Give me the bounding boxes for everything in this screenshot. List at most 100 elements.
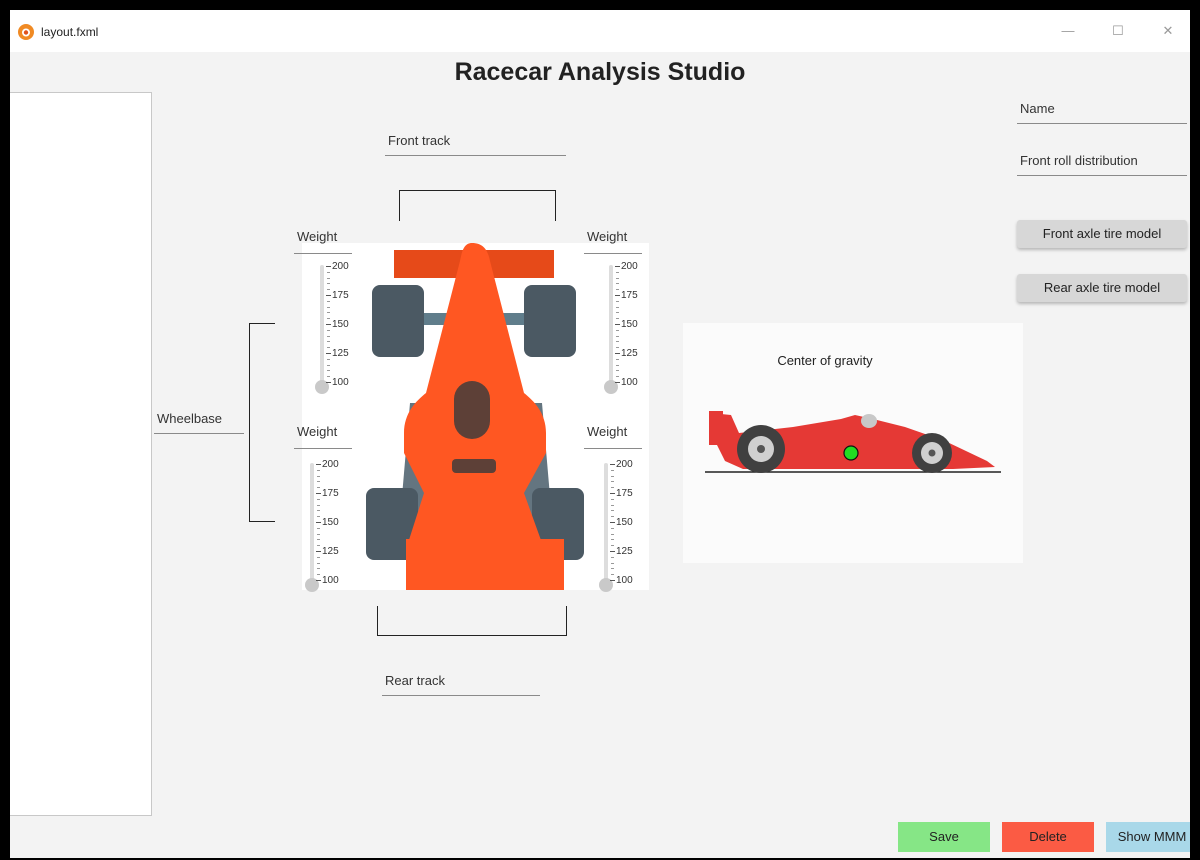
slider-tick-mark [317, 527, 320, 529]
tick-label: 175 [621, 290, 638, 301]
slider-tick-mark [611, 574, 614, 576]
app-window: layout.fxml — ☐ ✕ Racecar Analysis Studi… [10, 10, 1190, 858]
slider-tick-mark [326, 353, 331, 354]
slider-tick-mark [616, 335, 619, 337]
slider-tick-mark [317, 556, 320, 558]
slider-track [609, 265, 613, 389]
tick-label: 100 [616, 575, 633, 586]
slider-tick-mark [327, 376, 330, 378]
slider-tick-mark [317, 510, 320, 512]
slider-tick-mark [327, 277, 330, 279]
nose-slot [452, 459, 496, 473]
wheelbase-label: Wheelbase [157, 411, 223, 426]
slider-tick-mark [615, 382, 620, 383]
weight-field-rear-right[interactable]: Weight [584, 419, 642, 449]
slider-tick-mark [610, 580, 615, 581]
slider-tick-mark [616, 300, 619, 302]
tick-label: 125 [616, 546, 633, 557]
slider-tick-mark [610, 493, 615, 494]
front-roll-distribution-label: Front roll distribution [1020, 153, 1138, 168]
wheelbase-bracket [249, 323, 275, 522]
save-button[interactable]: Save [898, 822, 990, 852]
slider-tick-mark [611, 504, 614, 506]
slider-tick-mark [327, 370, 330, 372]
name-field[interactable]: Name [1017, 96, 1187, 124]
slider-tick-mark [317, 487, 320, 489]
slider-tick-mark [317, 562, 320, 564]
weight-field-front-left[interactable]: Weight [294, 224, 352, 254]
slider-tick-mark [327, 300, 330, 302]
close-button[interactable]: ✕ [1150, 18, 1186, 44]
weight-slider-rear-right[interactable]: 200 175 150 125 100 [597, 458, 647, 592]
minimize-button[interactable]: — [1050, 18, 1086, 44]
weight-slider-front-left[interactable]: 200 175 150 125 100 [313, 260, 363, 394]
slider-tick-mark [327, 312, 330, 314]
tick-label: 100 [621, 377, 638, 388]
slider-tick-mark [611, 481, 614, 483]
wheelbase-field[interactable]: Wheelbase [154, 406, 244, 434]
delete-button[interactable]: Delete [1002, 822, 1094, 852]
tick-label: 200 [332, 261, 349, 272]
slider-tick-mark [616, 289, 619, 291]
tick-label: 125 [332, 348, 349, 359]
weight-field-front-right[interactable]: Weight [584, 224, 642, 254]
slider-tick-mark [611, 510, 614, 512]
slider-tick-mark [317, 469, 320, 471]
slider-tick-mark [317, 539, 320, 541]
tick-label: 150 [332, 319, 349, 330]
weight-label: Weight [297, 229, 338, 244]
slider-tick-mark [616, 358, 619, 360]
slider-tick-mark [327, 347, 330, 349]
tick-label: 125 [621, 348, 638, 359]
tick-label: 150 [616, 517, 633, 528]
slider-tick-mark [317, 568, 320, 570]
rear-axle-tire-model-button[interactable]: Rear axle tire model [1017, 274, 1187, 302]
tick-label: 200 [322, 459, 339, 470]
tick-label: 175 [322, 488, 339, 499]
tick-label: 175 [332, 290, 349, 301]
tick-label: 100 [332, 377, 349, 388]
slider-tick-mark [611, 487, 614, 489]
front-roll-distribution-field[interactable]: Front roll distribution [1017, 148, 1187, 176]
slider-tick-mark [616, 341, 619, 343]
title-bar: layout.fxml — ☐ ✕ [10, 10, 1190, 52]
slider-tick-mark [616, 312, 619, 314]
slider-tick-mark [611, 556, 614, 558]
front-left-tire [372, 285, 424, 357]
slider-tick-mark [327, 306, 330, 308]
slider-tick-mark [326, 382, 331, 383]
front-track-field[interactable]: Front track [385, 128, 566, 156]
slider-tick-mark [611, 533, 614, 535]
window-title: layout.fxml [41, 25, 99, 39]
weight-label: Weight [587, 424, 628, 439]
front-wheel-hub [928, 449, 936, 457]
slider-tick-mark [327, 358, 330, 360]
name-label: Name [1020, 101, 1055, 116]
cog-marker [843, 445, 859, 461]
car-list-panel[interactable] [10, 92, 152, 816]
slider-tick-mark [317, 475, 320, 477]
slider-tick-mark [327, 318, 330, 320]
slider-tick-mark [327, 341, 330, 343]
slider-tick-mark [610, 522, 615, 523]
front-axle-tire-model-button[interactable]: Front axle tire model [1017, 220, 1187, 248]
center-of-gravity-panel: Center of gravity [683, 323, 1023, 563]
slider-tick-mark [316, 580, 321, 581]
rear-track-field[interactable]: Rear track [382, 668, 540, 696]
maximize-button[interactable]: ☐ [1100, 18, 1136, 44]
weight-field-rear-left[interactable]: Weight [294, 419, 352, 449]
slider-tick-mark [317, 498, 320, 500]
slider-tick-mark [610, 464, 615, 465]
rear-track-label: Rear track [385, 673, 445, 688]
slider-track [310, 463, 314, 587]
show-mmm-button[interactable]: Show MMM [1106, 822, 1190, 852]
weight-slider-front-right[interactable]: 200 175 150 125 100 [602, 260, 652, 394]
slider-tick-mark [327, 283, 330, 285]
tick-label: 125 [322, 546, 339, 557]
slider-tick-mark [316, 493, 321, 494]
slider-tick-mark [327, 364, 330, 366]
weight-slider-rear-left[interactable]: 200 175 150 125 100 [303, 458, 353, 592]
rear-wheel-hub [757, 445, 765, 453]
slider-tick-mark [327, 289, 330, 291]
slider-tick-mark [327, 271, 330, 273]
